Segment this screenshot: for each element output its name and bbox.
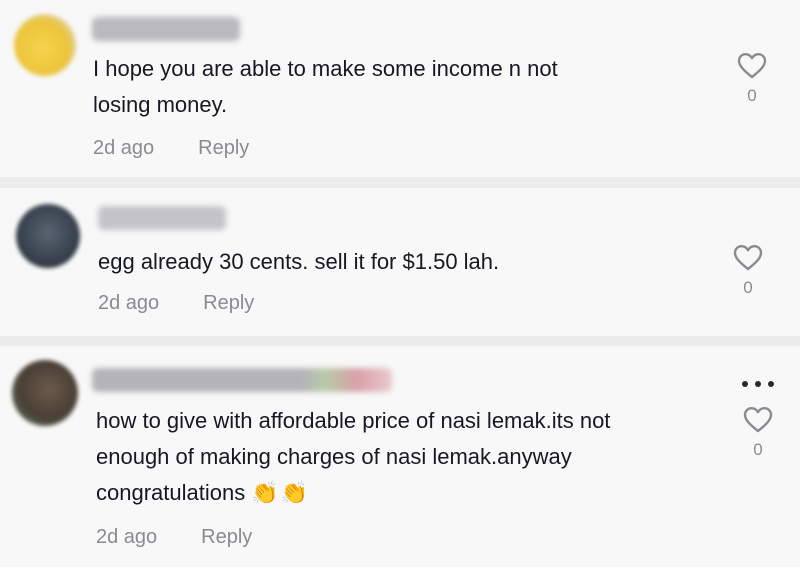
more-dot bbox=[768, 381, 774, 387]
comment-text: how to give with affordable price of nas… bbox=[96, 403, 716, 512]
comment-meta: 2d ago Reply bbox=[93, 137, 249, 160]
like-button[interactable]: 0 bbox=[728, 244, 768, 298]
comment-text: I hope you are able to make some income … bbox=[93, 56, 558, 117]
like-count: 0 bbox=[743, 278, 753, 297]
like-button[interactable]: 0 bbox=[732, 52, 772, 106]
comment-item: I hope you are able to make some income … bbox=[0, 0, 800, 177]
more-options-icon[interactable] bbox=[738, 378, 778, 390]
comment-text: egg already 30 cents. sell it for $1.50 … bbox=[98, 249, 500, 274]
comment-time: 2d ago bbox=[98, 292, 160, 314]
comment-meta: 2d ago Reply bbox=[98, 292, 254, 315]
reply-button[interactable]: Reply bbox=[198, 137, 249, 159]
avatar[interactable] bbox=[14, 14, 76, 76]
comment-text-body: how to give with affordable price of nas… bbox=[96, 408, 611, 505]
avatar[interactable] bbox=[12, 360, 78, 426]
username-blurred[interactable] bbox=[98, 206, 226, 230]
like-button[interactable]: 0 bbox=[738, 406, 778, 460]
like-count: 0 bbox=[747, 86, 757, 105]
heart-icon[interactable] bbox=[737, 52, 767, 80]
username-blurred[interactable] bbox=[92, 368, 392, 392]
like-count: 0 bbox=[753, 440, 763, 459]
comment-meta: 2d ago Reply bbox=[96, 526, 252, 549]
comment-time: 2d ago bbox=[93, 137, 155, 159]
clapping-hands-emoji: 👏👏 bbox=[251, 481, 311, 507]
comment-item: how to give with affordable price of nas… bbox=[0, 346, 800, 567]
username-blurred[interactable] bbox=[92, 17, 240, 41]
avatar[interactable] bbox=[16, 204, 80, 268]
comment-item: egg already 30 cents. sell it for $1.50 … bbox=[0, 188, 800, 336]
more-dot bbox=[742, 381, 748, 387]
more-dot bbox=[755, 381, 761, 387]
reply-button[interactable]: Reply bbox=[203, 292, 254, 314]
heart-icon[interactable] bbox=[743, 406, 773, 434]
reply-button[interactable]: Reply bbox=[201, 526, 252, 548]
comment-time: 2d ago bbox=[96, 526, 158, 548]
heart-icon[interactable] bbox=[733, 244, 763, 272]
